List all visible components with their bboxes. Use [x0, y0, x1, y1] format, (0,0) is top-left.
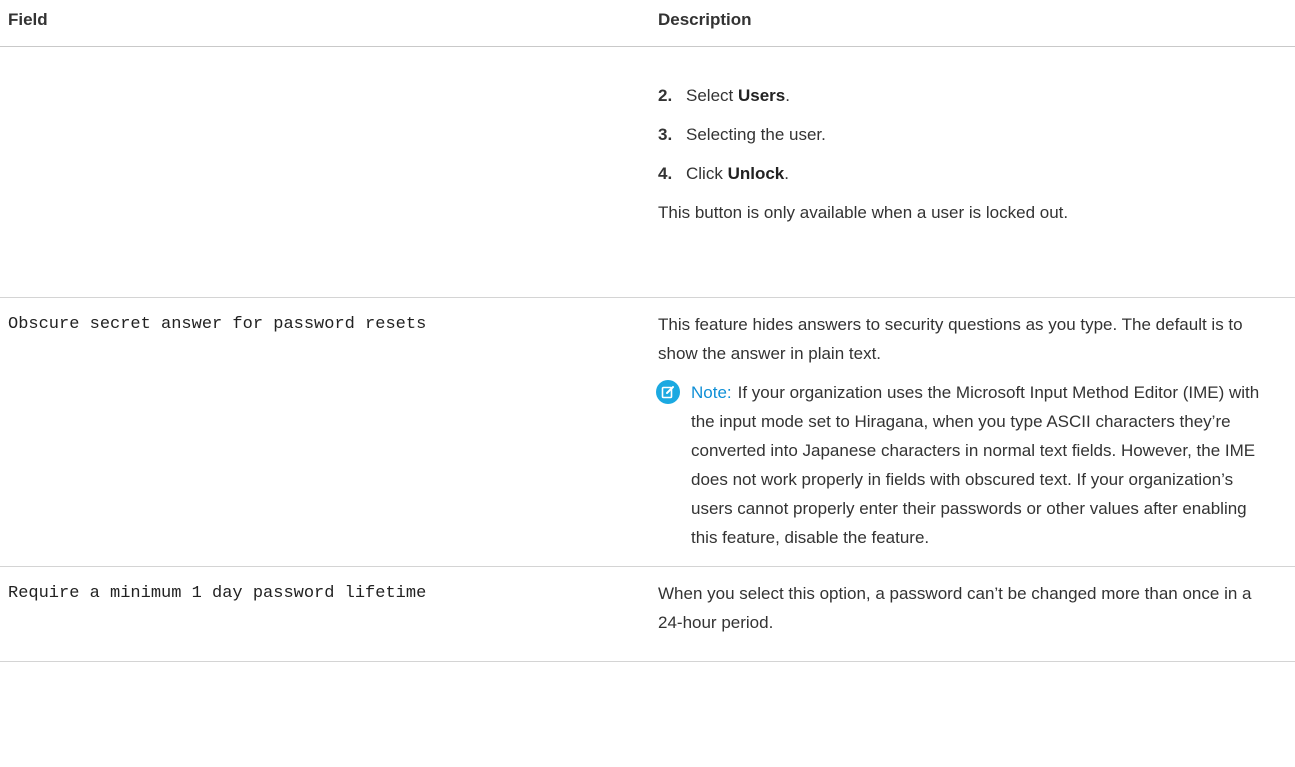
table-row: Obscure secret answer for password reset… — [0, 297, 1295, 567]
note-label: Note: — [691, 383, 732, 402]
step-text: Select Users. — [686, 81, 790, 110]
field-cell — [0, 46, 650, 298]
step-item: 4. Click Unlock. — [658, 159, 1275, 188]
step-text: Selecting the user. — [686, 120, 826, 149]
note-block: Note: If your organization uses the Micro… — [656, 378, 1275, 552]
table-row: 2. Select Users. 3. Selecting the user. … — [0, 46, 1295, 298]
table-header-row: Field Description — [0, 0, 1295, 47]
step-text-prefix: Selecting the user. — [686, 125, 826, 144]
step-item: 2. Select Users. — [658, 81, 1275, 110]
description-text: When you select this option, a password … — [658, 584, 1252, 632]
step-text-bold: Users — [737, 86, 786, 105]
step-text-prefix: Click — [686, 164, 728, 183]
step-number: 3. — [658, 125, 673, 144]
note-text: If your organization uses the Microsoft … — [691, 383, 1260, 547]
header-field: Field — [0, 0, 650, 47]
step-text-suffix: . — [784, 164, 789, 183]
description-cell: This feature hides answers to security q… — [650, 297, 1295, 567]
step-item: 3. Selecting the user. — [658, 120, 1275, 149]
step-text-prefix: Select — [686, 86, 738, 105]
settings-table: Field Description 2. Select Users. 3. Se… — [0, 0, 1295, 662]
step-text-bold: Unlock — [727, 164, 785, 183]
field-cell: Obscure secret answer for password reset… — [0, 297, 650, 567]
note-edit-icon — [656, 380, 680, 404]
step-text-suffix: . — [785, 86, 790, 105]
step-note: This button is only available when a use… — [658, 203, 1069, 222]
field-cell: Require a minimum 1 day password lifetim… — [0, 566, 650, 662]
description-cell: When you select this option, a password … — [650, 566, 1295, 662]
note-body: Note: If your organization uses the Micro… — [691, 378, 1275, 552]
description-text: This feature hides answers to security q… — [658, 315, 1243, 363]
steps-list: 2. Select Users. 3. Selecting the user. … — [658, 59, 1275, 188]
header-description: Description — [650, 0, 1295, 47]
table-row: Require a minimum 1 day password lifetim… — [0, 566, 1295, 662]
description-cell: 2. Select Users. 3. Selecting the user. … — [650, 46, 1295, 298]
step-text: Click Unlock. — [686, 159, 789, 188]
step-number: 2. — [658, 86, 673, 105]
step-number: 4. — [658, 164, 673, 183]
